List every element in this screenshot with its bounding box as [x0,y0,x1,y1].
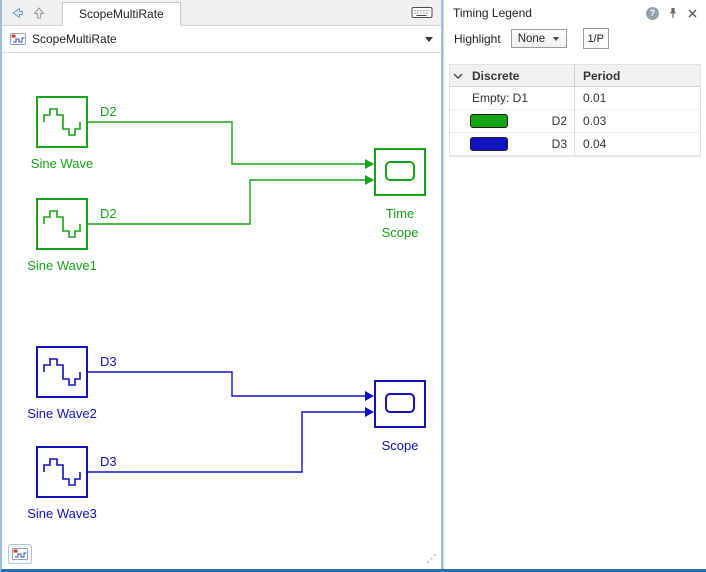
breadcrumb-dropdown-icon[interactable] [425,36,433,42]
editor-tab-bar: ScopeMultiRate [2,0,441,26]
chevron-down-icon [553,36,560,41]
back-arrow-icon [12,7,23,18]
close-panel-button[interactable] [687,8,698,19]
scope-screen-icon [385,393,415,413]
period-frequency-toggle-button[interactable]: 1/P [582,28,609,49]
signal-arrowhead [365,391,374,401]
rate-name: D3 [551,137,567,151]
scope-screen-icon [385,161,415,181]
model-editor-pane: ScopeMultiRate ScopeMultiRate D2 Sine Wa… [2,0,443,569]
pin-panel-button[interactable] [667,7,679,19]
rate-color-swatch [470,137,508,151]
up-arrow-icon [33,6,45,18]
panel-title: Timing Legend [453,6,532,20]
legend-controls: Highlight None 1/P [444,24,706,57]
rate-annotation: D2 [100,104,117,119]
model-canvas: D2 Sine Wave D2 Sine Wave1 Time Scope D3… [2,53,441,569]
signal-line-sinewave2-scope[interactable] [88,371,365,397]
sine-wave1-block[interactable] [36,198,88,250]
rate-period: 0.03 [574,110,700,132]
rate-annotation: D3 [100,454,117,469]
resize-grip[interactable] [425,553,437,565]
tab-scopemultirate[interactable]: ScopeMultiRate [62,2,181,26]
discrete-sine-icon [43,358,81,386]
signal-arrowhead [365,407,374,417]
model-icon [10,33,26,45]
rate-period: 0.01 [574,87,700,109]
signal-line-sinewave3-scope[interactable] [88,411,365,473]
collapse-chevron-cell[interactable] [450,73,466,79]
back-button[interactable] [6,3,28,23]
table-header-row: Discrete Period [450,65,700,87]
discrete-sine-icon [43,210,81,238]
time-scope-label[interactable]: Time Scope [350,204,441,242]
sine-wave3-label[interactable]: Sine Wave3 [2,504,122,523]
timing-legend-table: Discrete Period Empty: D1 0.01 D2 0.03 D… [449,64,701,157]
table-row-d1[interactable]: Empty: D1 0.01 [450,87,700,110]
simulink-window: ScopeMultiRate ScopeMultiRate D2 Sine Wa… [0,0,706,572]
timing-legend-icon [12,548,28,560]
rate-period: 0.04 [574,133,700,155]
timing-legend-panel: Timing Legend ? Highlight None 1/P Discr… [443,0,706,569]
keyboard-shortcuts-button[interactable] [411,5,433,23]
rate-name: Empty: D1 [472,91,529,105]
signal-group-d2 [88,121,374,225]
highlight-dropdown[interactable]: None [510,29,567,48]
table-row-d3[interactable]: D3 0.04 [450,133,700,156]
tab-label: ScopeMultiRate [79,7,164,21]
sine-wave3-block[interactable] [36,446,88,498]
rate-name: D2 [551,114,567,128]
timing-legend-badge-button[interactable] [8,544,32,564]
signal-arrowhead [365,175,374,185]
up-to-parent-button[interactable] [28,3,50,23]
signal-line-sinewave-timescope[interactable] [88,121,365,165]
signal-arrowhead [365,159,374,169]
time-scope-label-line2: Scope [381,225,419,240]
signal-group-d3 [88,371,374,473]
rate-annotation: D3 [100,354,117,369]
time-scope-label-line1: Time [385,206,415,221]
highlight-label: Highlight [454,31,501,46]
help-icon[interactable]: ? [646,6,659,20]
breadcrumb[interactable]: ScopeMultiRate [32,32,117,46]
pin-icon [669,8,677,18]
highlight-dropdown-value: None [517,32,546,45]
discrete-sine-icon [43,108,81,136]
sine-wave2-block[interactable] [36,346,88,398]
breadcrumb-bar: ScopeMultiRate [2,26,441,53]
panel-header-icons: ? [646,6,698,20]
sine-wave-label[interactable]: Sine Wave [2,154,122,173]
discrete-sine-icon [43,458,81,486]
keyboard-icon [411,7,433,18]
time-scope-block[interactable] [374,148,426,196]
column-header-discrete: Discrete [472,68,520,83]
chevron-down-icon [453,73,463,79]
scope-block[interactable] [374,380,426,428]
sine-wave1-label[interactable]: Sine Wave1 [2,256,122,275]
rate-color-swatch [470,114,508,128]
sine-wave-block[interactable] [36,96,88,148]
column-header-period: Period [574,65,700,86]
scope-label[interactable]: Scope [350,436,441,455]
table-row-d2[interactable]: D2 0.03 [450,110,700,133]
signal-line-sinewave1-timescope[interactable] [88,179,365,225]
rate-annotation: D2 [100,206,117,221]
close-icon [688,9,697,17]
sine-wave2-label[interactable]: Sine Wave2 [2,404,122,423]
timing-legend-header: Timing Legend ? [444,0,706,24]
